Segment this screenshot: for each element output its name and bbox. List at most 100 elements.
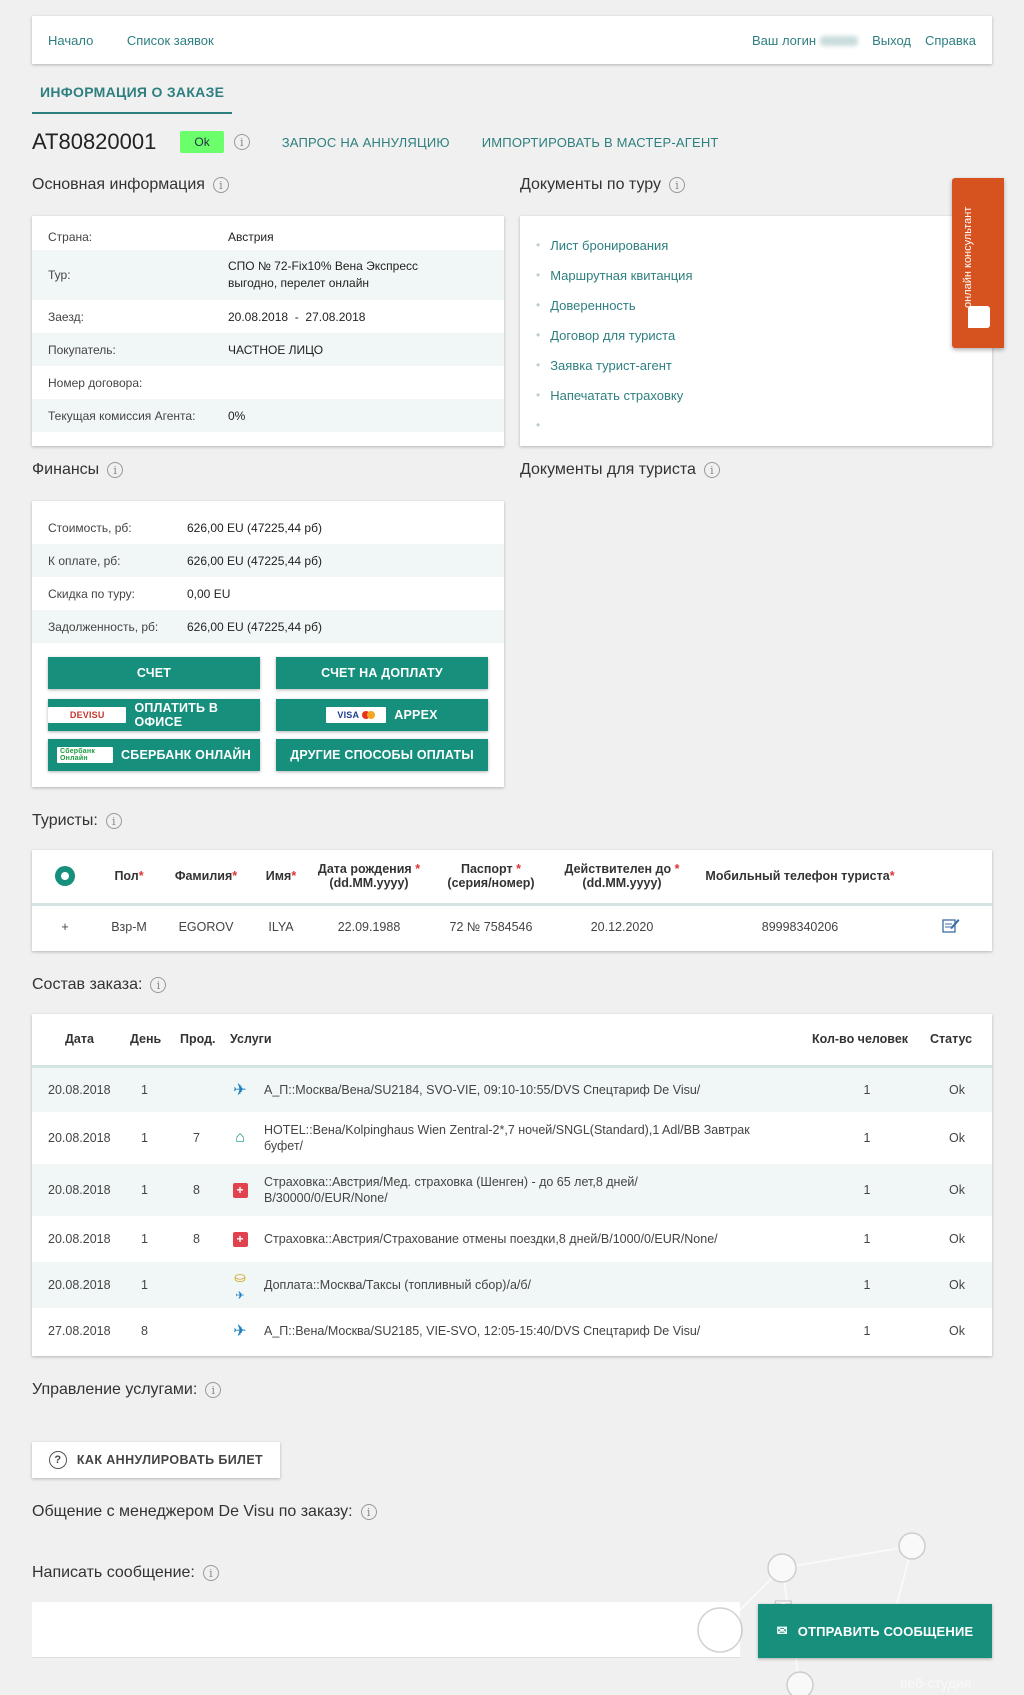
nav-help-link[interactable]: Справка bbox=[925, 33, 976, 48]
row-people: 1 bbox=[863, 1232, 871, 1246]
invoice-button[interactable]: СЧЕТ bbox=[48, 657, 260, 689]
sberbank-logo: Сбербанк Онлайн bbox=[57, 747, 114, 763]
invoice-extra-button[interactable]: СЧЕТ НА ДОПЛАТУ bbox=[276, 657, 488, 689]
row-status: Ok bbox=[922, 1164, 992, 1216]
row-prod bbox=[180, 1262, 230, 1308]
doc-link-tourist-agent-request[interactable]: Заявка турист-агент bbox=[536, 350, 976, 380]
coins-plane-icon: ⛀✈ bbox=[234, 1268, 246, 1302]
cancel-request-link[interactable]: ЗАПРОС НА АННУЛЯЦИЮ bbox=[282, 135, 450, 150]
row-date: 20.08.2018 bbox=[48, 1131, 111, 1145]
online-consultant-widget[interactable]: онлайн консультант bbox=[952, 178, 1004, 348]
info-icon[interactable]: i bbox=[205, 1382, 222, 1398]
nav-login-link[interactable]: Ваш логин bbox=[752, 33, 859, 48]
tourist-name: ILYA bbox=[268, 919, 294, 934]
required-mark: * bbox=[889, 869, 895, 884]
table-row: 20.08.2018 1 8 + Страховка::Австрия/Мед. … bbox=[32, 1164, 992, 1216]
mastercard-icon bbox=[367, 711, 376, 719]
info-icon[interactable]: i bbox=[703, 462, 720, 478]
row-key: Текущая комиссия Агента: bbox=[48, 408, 196, 423]
row-status: Ok bbox=[949, 1324, 965, 1338]
main-info-row: Номер договора: bbox=[32, 366, 504, 399]
nav-logout-link[interactable]: Выход bbox=[872, 33, 911, 48]
row-prod: 8 bbox=[180, 1164, 230, 1216]
row-key: Тур: bbox=[48, 268, 71, 282]
col-passport: Паспорт * (серия/номер) bbox=[428, 850, 554, 906]
tourists-header-row: Пол* Фамилия* Имя* Дата рождения * (dd.MM… bbox=[32, 850, 992, 906]
main-info-row: Текущая комиссия Агента: 0% bbox=[32, 399, 504, 432]
pay-office-button[interactable]: DEVISU ОПЛАТИТЬ В ОФИСЕ bbox=[48, 699, 260, 731]
order-id: AT80820001 bbox=[32, 129, 157, 154]
table-row: 20.08.2018 1 8 + Страховка::Австрия/Страх… bbox=[32, 1216, 992, 1262]
service-text: А_П::Москва/Вена/SU2184, SVO-VIE, 09:10-… bbox=[264, 1082, 701, 1097]
tab-order-info[interactable]: ИНФОРМАЦИЯ О ЗАКАЗЕ bbox=[32, 84, 233, 114]
info-icon[interactable]: i bbox=[105, 813, 122, 829]
appex-button[interactable]: VISA APPEX bbox=[276, 699, 488, 731]
info-icon[interactable]: i bbox=[360, 1504, 377, 1520]
tour-docs-title: Документы по туру i bbox=[520, 176, 685, 194]
col-edit bbox=[910, 850, 992, 906]
required-mark: * bbox=[415, 862, 421, 877]
envelope-icon: ✉ bbox=[776, 1623, 788, 1638]
info-icon[interactable]: i bbox=[233, 134, 250, 150]
row-service: ⌂ HOTEL::Вена/Kolpinghaus Wien Zentral-2*… bbox=[230, 1112, 812, 1164]
col-name: Имя* bbox=[252, 850, 310, 906]
required-mark: * bbox=[516, 862, 522, 877]
watermark-subtext: веб-студия bbox=[900, 1675, 971, 1691]
service-text: Страховка::Австрия/Мед. страховка (Шенге… bbox=[264, 1175, 638, 1205]
other-payment-button[interactable]: ДРУГИЕ СПОСОБЫ ОПЛАТЫ bbox=[276, 739, 488, 771]
tour-docs-title-text: Документы по туру bbox=[520, 176, 661, 193]
tourist-docs-title: Документы для туриста i bbox=[520, 461, 720, 479]
row-date: 20.08.2018 bbox=[48, 1232, 111, 1246]
tourists-title-text: Туристы: bbox=[32, 812, 98, 829]
doc-link-print-insurance[interactable]: Напечатать страховку bbox=[536, 380, 976, 410]
service-mgmt-title: Управление услугами: i bbox=[32, 1381, 222, 1399]
row-status: Ok bbox=[949, 1131, 965, 1145]
info-icon[interactable]: i bbox=[212, 177, 229, 193]
tourists-card: Пол* Фамилия* Имя* Дата рождения * (dd.MM… bbox=[32, 850, 992, 951]
edit-icon[interactable] bbox=[910, 904, 992, 948]
doc-link-booking-sheet[interactable]: Лист бронирования bbox=[536, 230, 976, 260]
sberbank-online-button[interactable]: Сбербанк Онлайн СБЕРБАНК ОНЛАЙН bbox=[48, 739, 260, 771]
tourist-phone: 89998340206 bbox=[761, 919, 839, 934]
info-icon[interactable]: i bbox=[107, 462, 124, 478]
tourist-docs-title-text: Документы для туриста bbox=[520, 461, 696, 478]
import-master-agent-link[interactable]: ИМПОРТИРОВАТЬ В МАСТЕР-АГЕНТ bbox=[482, 135, 719, 150]
doc-link-itinerary-receipt[interactable]: Маршрутная квитанция bbox=[536, 260, 976, 290]
composition-header-row: Дата День Прод. Услуги Кол-во человек Ст… bbox=[32, 1014, 992, 1068]
nav-home-link[interactable]: Начало bbox=[48, 33, 93, 48]
table-row: + Взр-М EGOROV ILYA 22.09.1988 72 № 7584… bbox=[32, 904, 992, 948]
manager-chat-title: Общение с менеджером De Visu по заказу: i bbox=[32, 1503, 377, 1521]
table-row: 20.08.2018 1 7 ⌂ HOTEL::Вена/Kolpinghaus … bbox=[32, 1112, 992, 1164]
send-message-label: ОТПРАВИТЬ СООБЩЕНИЕ bbox=[797, 1623, 974, 1639]
finances-title: Финансы i bbox=[32, 461, 124, 479]
medical-cross-icon: + bbox=[230, 1181, 250, 1199]
col-dob-label: Дата рождения bbox=[317, 862, 412, 877]
visa-logo-text: VISA bbox=[337, 710, 360, 720]
tourists-title: Туристы: i bbox=[32, 812, 122, 830]
plane-icon: ✈ bbox=[233, 1323, 247, 1340]
row-day: 1 bbox=[130, 1164, 180, 1216]
appex-label: APPEX bbox=[394, 708, 438, 722]
row-date: 27.08.2018 bbox=[48, 1324, 111, 1338]
finances-table: Стоимость, рб: 626,00 EU (47225,44 рб) К … bbox=[32, 501, 504, 643]
message-input[interactable] bbox=[32, 1602, 740, 1658]
service-text: HOTEL::Вена/Kolpinghaus Wien Zentral-2*,… bbox=[264, 1123, 750, 1153]
how-to-cancel-ticket-button[interactable]: ? КАК АННУЛИРОВАТЬ БИЛЕТ bbox=[32, 1442, 280, 1478]
row-day: 1 bbox=[141, 1131, 148, 1145]
doc-link-power-of-attorney[interactable]: Доверенность bbox=[536, 290, 976, 320]
nav-orders-link[interactable]: Список заявок bbox=[127, 33, 214, 48]
tourist-sex: Взр-М bbox=[111, 919, 147, 934]
expand-plus[interactable]: + bbox=[32, 904, 98, 948]
col-phone-label: Мобильный телефон туриста bbox=[705, 869, 890, 884]
info-icon[interactable]: i bbox=[668, 177, 685, 193]
col-status: Статус bbox=[922, 1014, 992, 1068]
col-valid-format: (dd.MM.yyyy) bbox=[582, 876, 662, 891]
row-date: 20.08.2018 bbox=[32, 1262, 130, 1308]
info-icon[interactable]: i bbox=[202, 1565, 219, 1581]
col-dob-format: (dd.MM.yyyy) bbox=[329, 876, 409, 891]
info-icon[interactable]: i bbox=[150, 977, 167, 993]
doc-link-tourist-contract[interactable]: Договор для туриста bbox=[536, 320, 976, 350]
question-icon: ? bbox=[48, 1451, 67, 1469]
send-message-button[interactable]: ✉ ОТПРАВИТЬ СООБЩЕНИЕ bbox=[758, 1604, 992, 1658]
row-key: Задолженность, рб: bbox=[48, 619, 159, 634]
